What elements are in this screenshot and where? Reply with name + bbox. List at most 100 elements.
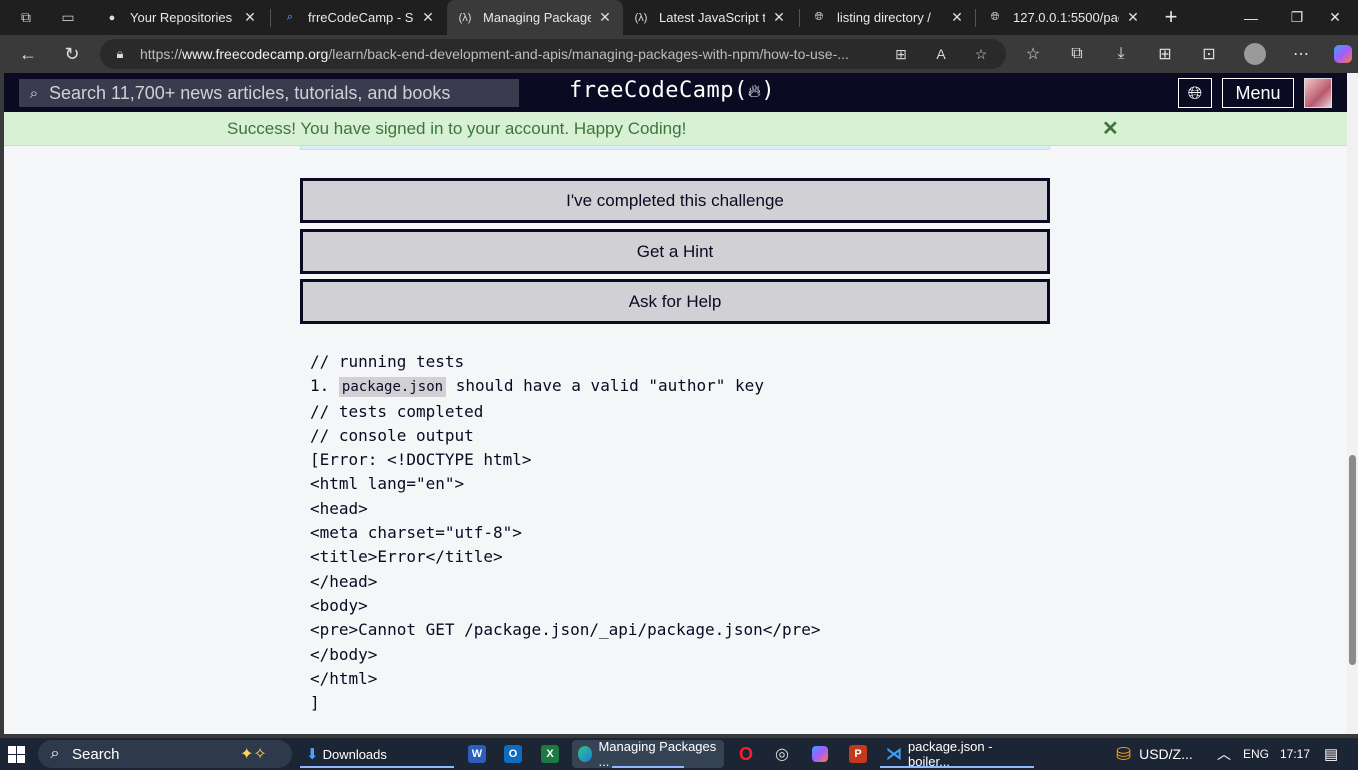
taskbar-word[interactable]: W [462,740,498,768]
url-domain: www.freecodecamp.org [182,46,329,62]
favorite-star-icon[interactable]: ☆ [970,43,992,65]
new-tab-button[interactable]: + [1156,2,1186,32]
taskbar-edge[interactable]: Managing Packages ... [572,739,724,769]
back-button[interactable]: ← [10,39,46,69]
console-line: <pre>Cannot GET /package.json/_api/packa… [310,620,821,640]
browser-toolbar: ← ↻ 🔒︎ https://www.freecodecamp.org/lear… [0,35,1358,73]
logo-text: freeCodeCamp( [569,78,748,103]
clock[interactable]: 17:17 [1280,738,1310,770]
scrollbar-thumb[interactable] [1349,455,1356,665]
currency-label: USD/Z... [1139,746,1193,762]
profile-icon[interactable] [1240,39,1270,69]
page-scrollbar[interactable] [1347,73,1358,734]
lock-icon[interactable]: 🔒︎ [100,46,140,62]
taskbar-outlook[interactable]: O [498,740,534,768]
taskbar-powerpoint[interactable]: P [843,740,879,768]
language-globe-button[interactable]: 🌐︎ [1178,78,1212,108]
search-placeholder: Search 11,700+ news articles, tutorials,… [49,82,451,103]
github-icon: ● [108,11,116,24]
ask-for-help-button[interactable]: Ask for Help [300,279,1050,324]
url-path: /learn/back-end-development-and-apis/man… [328,46,849,62]
tab-managing-packages[interactable]: (λ) Managing Packages with npm ✕ [447,0,623,35]
edge-icon [578,746,593,762]
start-button[interactable] [8,738,25,770]
word-icon: W [468,745,486,763]
globe-icon: 🌐︎ [814,11,824,23]
currency-widget[interactable]: ⛁ USD/Z... [1116,738,1193,770]
freecodecamp-icon: (λ) [634,11,648,24]
freecodecamp-icon: (λ) [458,11,472,24]
close-tab-icon[interactable]: ✕ [771,9,787,26]
console-line: </body> [310,644,378,664]
console-line: ] [310,693,320,713]
close-tab-icon[interactable]: ✕ [242,9,258,26]
copilot-icon[interactable] [1328,39,1358,69]
get-hint-button[interactable]: Get a Hint [300,229,1050,274]
close-window-button[interactable]: ✕ [1312,0,1358,35]
app-available-icon[interactable]: ⊞ [890,43,912,65]
workspaces-icon[interactable]: ⧉ [14,5,38,29]
currency-chart-icon: ⛁ [1116,743,1132,764]
tab-listing-directory[interactable]: 🌐︎ listing directory / ✕ [801,0,975,35]
console-line: [Error: <!DOCTYPE html> [310,450,532,470]
favorites-icon[interactable]: ☆ [1018,39,1048,69]
console-line: <meta charset="utf-8"> [310,523,522,543]
avatar[interactable] [1304,78,1332,108]
taskbar-excel[interactable]: X [535,740,571,768]
url-text[interactable]: https://www.freecodecamp.org/learn/back-… [140,46,870,62]
taskbar-copilot[interactable] [806,740,834,768]
test-number: 1. [310,376,339,396]
fcc-search-input[interactable]: ⌕ Search 11,700+ news articles, tutorial… [19,79,519,107]
taskbar-vscode[interactable]: ⋊ package.json - boiler... [880,739,1034,769]
running-indicator [880,766,1034,768]
tab-search[interactable]: ⌕ frreCodeCamp - Search ✕ [272,0,446,35]
powerpoint-icon: P [849,745,867,763]
tray-chevron-icon[interactable]: ︿ [1217,738,1231,770]
console-line: </head> [310,571,378,591]
console-line: <body> [310,595,368,615]
taskbar-downloads[interactable]: ⬇ Downloads [300,740,454,768]
menu-button[interactable]: Menu [1222,78,1294,108]
fcc-header: ⌕ Search 11,700+ news articles, tutorial… [4,73,1347,112]
instructions-panel-edge [300,146,1050,150]
close-icon[interactable]: ✕ [1102,116,1119,141]
close-tab-icon[interactable]: ✕ [420,9,436,26]
tab-actions-icon[interactable]: ▭ [56,5,80,29]
console-line: // tests completed [310,401,484,421]
taskbar-opera[interactable]: O [733,740,759,768]
tab-localhost-package[interactable]: 🌐︎ 127.0.0.1:5500/package.json ✕ [977,0,1151,35]
close-tab-icon[interactable]: ✕ [949,9,965,26]
collections-icon[interactable]: ⧉ [1062,39,1092,69]
flash-text: Success! You have signed in to your acco… [227,119,687,138]
opera-icon: O [739,743,754,764]
window-edge [0,73,4,734]
close-tab-icon[interactable]: ✕ [1125,9,1141,26]
downloads-icon[interactable]: ⤓ [1106,39,1136,69]
completed-challenge-button[interactable]: I've completed this challenge [300,178,1050,223]
taskbar-search[interactable]: ⌕ Search ✦✧ [38,740,292,768]
fcc-logo[interactable]: freeCodeCamp(🔥︎) [569,78,775,103]
tab-latest-javascript[interactable]: (λ) Latest JavaScript topics ✕ [623,0,797,35]
console-line: // running tests [310,352,465,371]
read-aloud-icon[interactable]: A [930,43,952,65]
sparkle-icon: ✦✧ [240,746,267,763]
screenshot-icon[interactable]: ⊡ [1194,39,1224,69]
taskbar-vscode-label: package.json - boiler... [908,739,993,769]
excel-icon: X [541,745,559,763]
flash-message: Success! You have signed in to your acco… [4,112,1347,146]
browser-tab-bar: ⧉ ▭ ● Your Repositories ✕ ⌕ frreCodeCamp… [0,0,1358,35]
windows-icon [8,745,25,763]
refresh-button[interactable]: ↻ [54,39,90,69]
input-language[interactable]: ENG [1243,738,1269,770]
windows-taskbar: ⌕ Search ✦✧ ⬇ Downloads W O X Managing P… [0,738,1358,770]
tab-your-repositories[interactable]: ● Your Repositories ✕ [94,0,268,35]
extensions-icon[interactable]: ⊞ [1150,39,1180,69]
address-bar[interactable]: 🔒︎ https://www.freecodecamp.org/learn/ba… [100,39,1006,69]
minimize-button[interactable]: — [1228,0,1274,35]
taskbar-app-circle[interactable]: ◎ [769,740,795,768]
close-tab-icon[interactable]: ✕ [597,9,613,26]
circle-app-icon: ◎ [775,746,789,763]
more-options-icon[interactable]: ⋯ [1286,39,1316,69]
console-line: <title>Error</title> [310,547,503,567]
notification-icon[interactable]: ▤ [1324,738,1338,770]
